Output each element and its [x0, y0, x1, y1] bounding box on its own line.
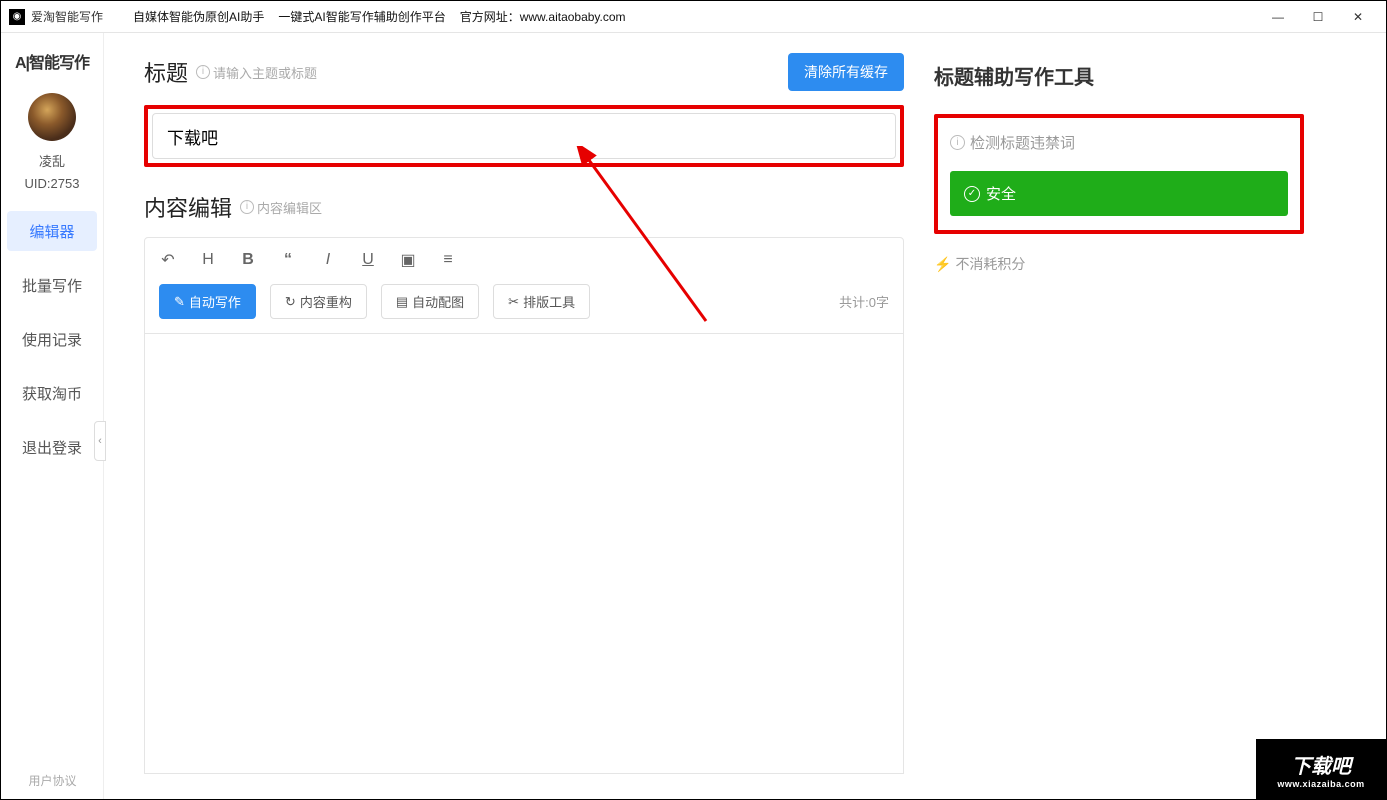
title-hint: i请输入主题或标题 — [196, 63, 317, 82]
refresh-icon: ↻ — [285, 294, 296, 310]
safe-status-bar: ✓ 安全 — [950, 171, 1288, 216]
image-icon[interactable]: ▣ — [399, 250, 417, 270]
info-icon: i — [196, 65, 210, 79]
picture-icon: ▤ — [396, 294, 408, 310]
nav-batch-write[interactable]: 批量写作 — [7, 265, 97, 305]
nav-history[interactable]: 使用记录 — [7, 319, 97, 359]
logo: A|智能写作 — [15, 49, 89, 73]
info-icon: i — [950, 135, 965, 150]
username: 凌乱 — [39, 151, 65, 170]
check-circle-icon: ✓ — [964, 186, 980, 202]
avatar[interactable] — [28, 93, 76, 141]
nav-editor[interactable]: 编辑器 — [7, 211, 97, 251]
undo-icon[interactable]: ↶ — [159, 250, 177, 270]
title-check-highlight: i检测标题违禁词 ✓ 安全 — [934, 114, 1304, 234]
align-icon[interactable]: ≡ — [439, 251, 457, 269]
italic-icon[interactable]: I — [319, 251, 337, 269]
maximize-button[interactable]: ☐ — [1298, 1, 1338, 33]
forbidden-word-check-label: i检测标题违禁词 — [950, 132, 1288, 153]
editor-textarea[interactable] — [144, 334, 904, 774]
auto-write-button[interactable]: ✎自动写作 — [159, 284, 256, 319]
title-input-highlight — [144, 105, 904, 167]
word-count: 共计:0字 — [839, 292, 889, 311]
editor-toolbar: ↶ H B “ I U ▣ ≡ ✎自动写作 ↻内容重构 ▤自动配图 ✂排版工具 … — [144, 237, 904, 334]
safe-text: 安全 — [986, 183, 1016, 204]
user-id: UID:2753 — [25, 176, 80, 191]
quote-icon[interactable]: “ — [279, 251, 297, 269]
content-rebuild-button[interactable]: ↻内容重构 — [270, 284, 367, 319]
title-input[interactable] — [152, 113, 896, 159]
clear-cache-button[interactable]: 清除所有缓存 — [788, 53, 904, 91]
nav-get-coins[interactable]: 获取淘币 — [7, 373, 97, 413]
info-icon: i — [240, 200, 254, 214]
subtitle-1: 自媒体智能伪原创AI助手 — [133, 8, 264, 25]
no-cost-label: ⚡不消耗积分 — [934, 254, 1304, 274]
auto-image-button[interactable]: ▤自动配图 — [381, 284, 479, 319]
app-icon: ◉ — [9, 9, 25, 25]
collapse-sidebar-handle[interactable]: ‹ — [94, 421, 106, 461]
content-section-label: 内容编辑 — [144, 191, 232, 223]
close-button[interactable]: ✕ — [1338, 1, 1378, 33]
heading-icon[interactable]: H — [199, 251, 217, 269]
tools-icon: ✂ — [508, 294, 519, 310]
subtitle-2: 一键式AI智能写作辅助创作平台 — [278, 8, 445, 25]
title-section-label: 标题 — [144, 56, 188, 88]
app-name: 爱淘智能写作 — [31, 8, 103, 25]
user-agreement-link[interactable]: 用户协议 — [1, 772, 104, 789]
layout-tool-button[interactable]: ✂排版工具 — [493, 284, 590, 319]
nav-logout[interactable]: 退出登录 — [7, 427, 97, 467]
watermark: 下载吧 www.xiazaiba.com — [1256, 739, 1386, 799]
window-titlebar: ◉ 爱淘智能写作 自媒体智能伪原创AI助手 一键式AI智能写作辅助创作平台 官方… — [1, 1, 1386, 33]
bold-icon[interactable]: B — [239, 251, 257, 269]
website-label: 官方网址：www.aitaobaby.com — [460, 8, 626, 25]
sidebar: A|智能写作 凌乱 UID:2753 编辑器 批量写作 使用记录 获取淘币 退出… — [1, 33, 104, 799]
pencil-icon: ✎ — [174, 294, 185, 310]
content-hint: i内容编辑区 — [240, 198, 322, 217]
lightning-icon: ⚡ — [934, 256, 951, 273]
right-panel-title: 标题辅助写作工具 — [934, 53, 1304, 90]
minimize-button[interactable]: — — [1258, 1, 1298, 33]
underline-icon[interactable]: U — [359, 251, 377, 269]
